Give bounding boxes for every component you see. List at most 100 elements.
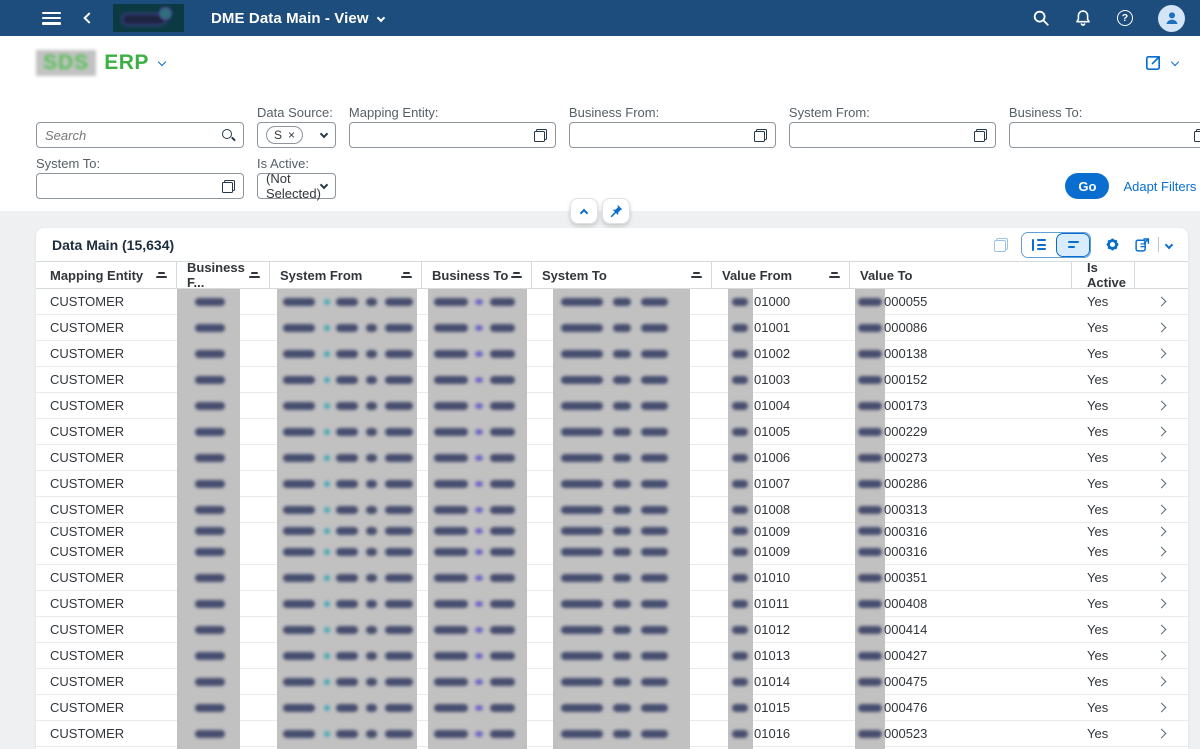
redacted-cell — [270, 523, 422, 539]
export-icon[interactable] — [1134, 236, 1151, 253]
table-row[interactable]: CUSTOMER01012000414Yes — [36, 617, 1188, 643]
mapping-entity-field[interactable] — [349, 122, 556, 148]
token-remove-icon[interactable]: × — [288, 129, 295, 141]
share-menu-chevron-icon[interactable] — [1171, 57, 1179, 65]
collapse-rows-segment-button[interactable] — [1056, 233, 1090, 257]
table-settings-gear-icon[interactable] — [1104, 236, 1121, 253]
menu-icon[interactable] — [42, 12, 61, 25]
user-avatar[interactable] — [1158, 5, 1185, 32]
value-help-icon[interactable] — [534, 129, 547, 142]
system-from-input[interactable] — [798, 128, 974, 143]
column-header-navigation[interactable] — [1135, 262, 1188, 288]
business-to-field[interactable] — [1009, 122, 1200, 148]
row-navigation-chevron-icon[interactable] — [1157, 297, 1167, 307]
column-header-value-to[interactable]: Value To — [850, 262, 1072, 288]
collapse-filter-bar-button[interactable] — [570, 198, 598, 224]
column-header-business-to[interactable]: Business To — [422, 262, 532, 288]
value-help-icon[interactable] — [1194, 129, 1200, 142]
system-to-field[interactable] — [36, 173, 244, 199]
copy-icon[interactable] — [994, 238, 1008, 252]
adapt-filters-link[interactable]: Adapt Filters (1) — [1123, 179, 1200, 194]
help-icon[interactable]: ? — [1116, 9, 1134, 27]
table-row[interactable]: CUSTOMER01016000523Yes — [36, 721, 1188, 747]
row-navigation-chevron-icon[interactable] — [1157, 401, 1167, 411]
redacted-blob — [613, 527, 631, 535]
row-navigation-chevron-icon[interactable] — [1157, 526, 1167, 536]
share-icon[interactable] — [1144, 54, 1162, 72]
row-navigation-chevron-icon[interactable] — [1157, 375, 1167, 385]
export-menu-chevron-icon[interactable] — [1165, 240, 1173, 248]
table-row[interactable]: CUSTOMER01007000286Yes — [36, 471, 1188, 497]
table-row[interactable]: CUSTOMER01004000173Yes — [36, 393, 1188, 419]
value-to-text: 000313 — [884, 502, 927, 517]
table-row[interactable]: CUSTOMER01011000408Yes — [36, 591, 1188, 617]
search-icon[interactable] — [1032, 9, 1050, 27]
column-header-mapping-entity[interactable]: Mapping Entity — [36, 262, 177, 288]
search-input[interactable] — [45, 128, 221, 143]
table-row[interactable]: CUSTOMER01000000055Yes — [36, 289, 1188, 315]
column-header-value-from[interactable]: Value From — [712, 262, 850, 288]
table-row[interactable]: CUSTOMER01014000475Yes — [36, 669, 1188, 695]
column-header-system-from[interactable]: System From — [270, 262, 422, 288]
row-navigation-chevron-icon[interactable] — [1157, 427, 1167, 437]
column-header-system-to[interactable]: System To — [532, 262, 712, 288]
redacted-blob — [490, 480, 515, 488]
system-to-input[interactable] — [45, 179, 222, 194]
value-help-icon[interactable] — [754, 129, 767, 142]
row-navigation-chevron-icon[interactable] — [1157, 599, 1167, 609]
redacted-cell — [177, 617, 270, 642]
expand-rows-segment-button[interactable] — [1022, 233, 1056, 257]
table-row[interactable]: CUSTOMER01008000313Yes — [36, 497, 1188, 523]
row-navigation-chevron-icon[interactable] — [1157, 505, 1167, 515]
business-from-field[interactable] — [569, 122, 776, 148]
redacted-blob — [366, 402, 377, 410]
redacted-blob — [613, 454, 631, 462]
table-row[interactable]: CUSTOMER01005000229Yes — [36, 419, 1188, 445]
row-navigation-cell — [1135, 565, 1188, 590]
redacted-blob — [858, 548, 882, 556]
value-from-cell: 01013 — [712, 643, 850, 668]
row-navigation-chevron-icon[interactable] — [1157, 625, 1167, 635]
business-to-input[interactable] — [1018, 128, 1194, 143]
search-icon[interactable] — [221, 128, 235, 142]
redacted-blob — [195, 704, 225, 712]
redacted-blob — [324, 351, 330, 357]
column-header-is-active[interactable]: Is Active — [1072, 262, 1135, 288]
mapping-entity-input[interactable] — [358, 128, 534, 143]
table-row[interactable]: CUSTOMER01001000086Yes — [36, 315, 1188, 341]
table-row[interactable]: CUSTOMER01015000476Yes — [36, 695, 1188, 721]
back-button[interactable] — [85, 14, 93, 22]
business-from-input[interactable] — [578, 128, 754, 143]
row-navigation-chevron-icon[interactable] — [1157, 349, 1167, 359]
table-row[interactable]: CUSTOMER01010000351Yes — [36, 565, 1188, 591]
redacted-blob — [641, 376, 668, 384]
table-row[interactable]: CUSTOMER01009000316Yes — [36, 523, 1188, 539]
row-navigation-chevron-icon[interactable] — [1157, 573, 1167, 583]
table-row[interactable]: CUSTOMER01013000427Yes — [36, 643, 1188, 669]
app-variant-selector[interactable]: SDS ERP — [36, 50, 165, 76]
pin-filter-bar-button[interactable] — [602, 198, 630, 224]
row-navigation-chevron-icon[interactable] — [1157, 547, 1167, 557]
row-navigation-chevron-icon[interactable] — [1157, 479, 1167, 489]
table-row[interactable]: CUSTOMER01002000138Yes — [36, 341, 1188, 367]
go-button[interactable]: Go — [1065, 173, 1109, 199]
notifications-bell-icon[interactable] — [1074, 9, 1092, 27]
table-row[interactable]: CUSTOMER01003000152Yes — [36, 367, 1188, 393]
row-navigation-chevron-icon[interactable] — [1157, 323, 1167, 333]
value-help-icon[interactable] — [222, 180, 235, 193]
value-to-text: 000475 — [884, 674, 927, 689]
table-row[interactable]: CUSTOMER01009000316Yes — [36, 539, 1188, 565]
row-navigation-chevron-icon[interactable] — [1157, 729, 1167, 739]
column-header-business-f[interactable]: Business F... — [177, 262, 270, 288]
data-source-select[interactable]: S × — [257, 122, 336, 148]
table-row[interactable]: CUSTOMER01006000273Yes — [36, 445, 1188, 471]
row-navigation-chevron-icon[interactable] — [1157, 677, 1167, 687]
value-help-icon[interactable] — [974, 129, 987, 142]
row-navigation-chevron-icon[interactable] — [1157, 453, 1167, 463]
system-from-field[interactable] — [789, 122, 996, 148]
redacted-blob — [475, 549, 483, 555]
is-active-select[interactable]: (Not Selected) — [257, 173, 336, 199]
row-navigation-chevron-icon[interactable] — [1157, 703, 1167, 713]
row-navigation-chevron-icon[interactable] — [1157, 651, 1167, 661]
app-title-menu[interactable]: DME Data Main - View — [211, 10, 384, 27]
